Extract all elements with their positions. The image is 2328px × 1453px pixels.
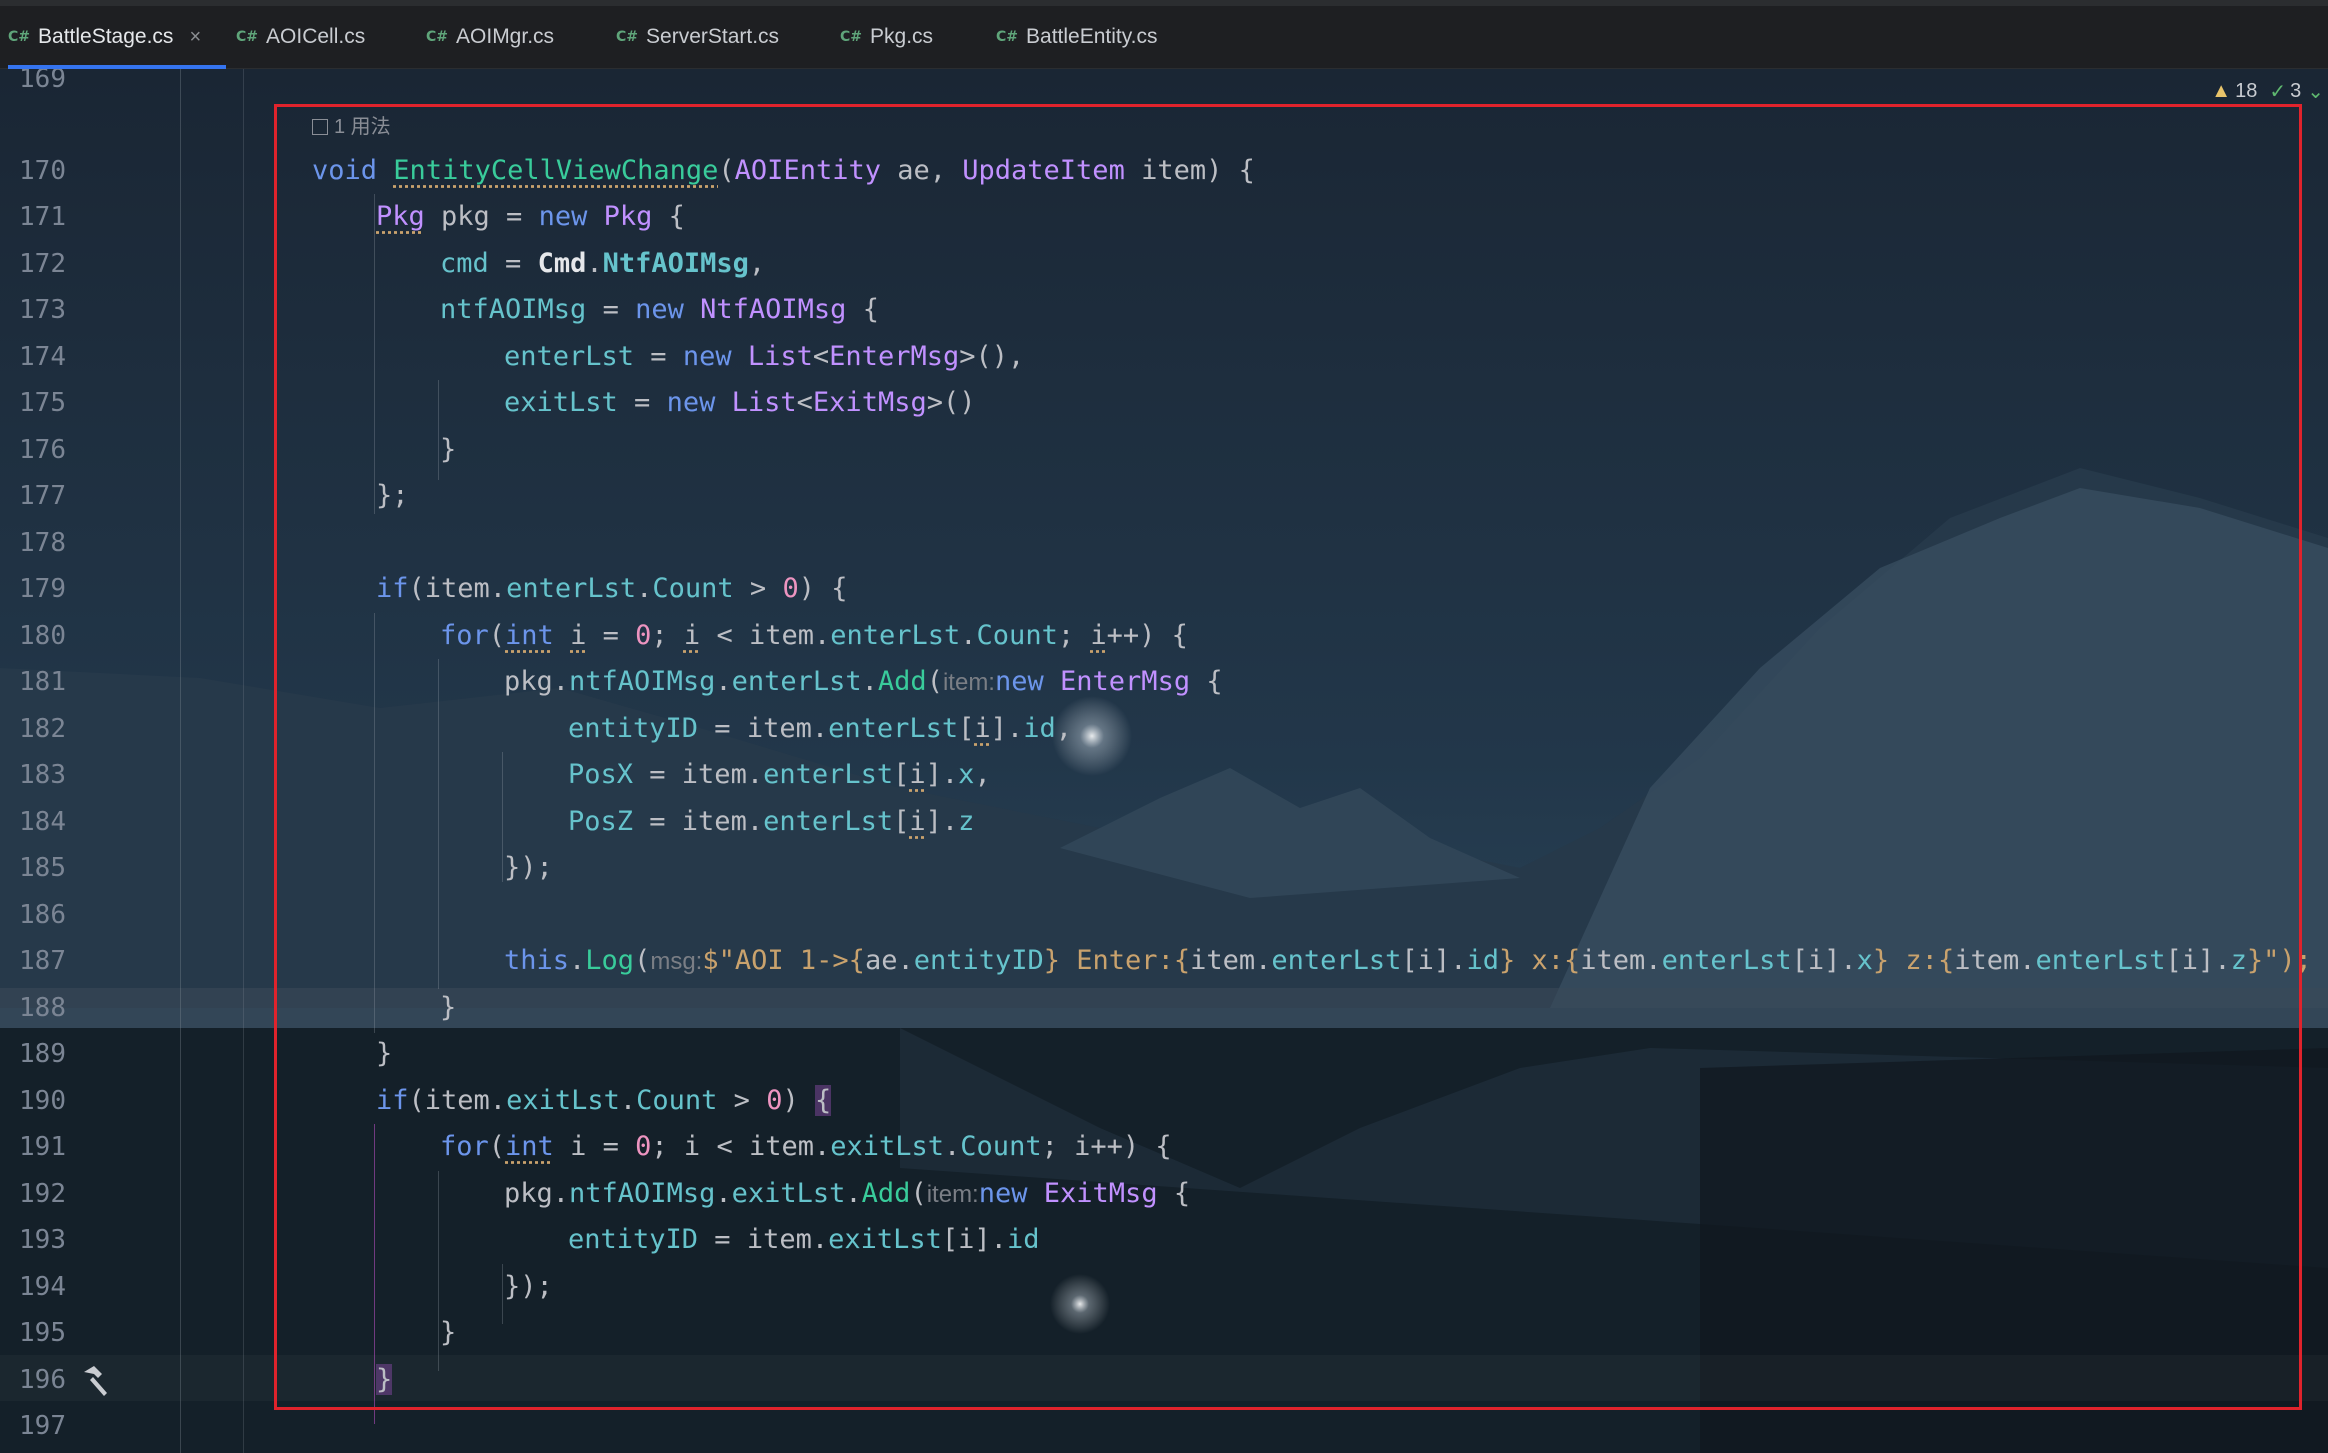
tab-label: BattleEntity.cs	[1026, 25, 1158, 48]
indent-guide	[438, 1171, 439, 1371]
code-line-190: if(item.exitLst.Count > 0) {	[376, 1085, 832, 1116]
tab-battleentity[interactable]: C# BattleEntity.cs	[996, 6, 1158, 68]
indent-guide	[438, 659, 439, 989]
tab-battlestage[interactable]: C# BattleStage.cs ×	[8, 6, 226, 69]
active-tab-indicator	[8, 65, 226, 69]
check-icon: ✓	[2269, 80, 2287, 103]
indent-guide	[502, 752, 503, 882]
tab-label: BattleStage.cs	[38, 25, 174, 48]
indent-guide	[438, 380, 439, 480]
code-line-184: PosZ = item.enterLst[i].z	[568, 806, 975, 837]
code-line-170: void EntityCellViewChange(AOIEntity ae, …	[312, 155, 1255, 186]
chevron-icon: ⌄	[2307, 80, 2324, 103]
tab-label: Pkg.cs	[870, 25, 934, 48]
code-line-176: }	[440, 434, 457, 465]
usage-hint-label: 1 用法	[334, 116, 391, 138]
code-line-194: });	[504, 1271, 553, 1302]
csharp-file-icon: C#	[996, 29, 1019, 45]
code-line-195: }	[440, 1317, 457, 1348]
code-line-182: entityID = item.enterLst[i].id,	[568, 713, 1072, 744]
tab-serverstart[interactable]: C# ServerStart.cs	[616, 6, 779, 68]
code-line-192: pkg.ntfAOIMsg.exitLst.Add(item:new ExitM…	[504, 1178, 1191, 1209]
warning-icon: ▲	[2211, 79, 2232, 102]
indent-guide	[374, 613, 375, 1033]
code-line-196: }	[376, 1364, 393, 1395]
tab-aoicell[interactable]: C# AOICell.cs	[236, 6, 365, 68]
usage-hint[interactable]: 1 用法	[312, 112, 391, 142]
tab-label: ServerStart.cs	[646, 25, 780, 48]
code-line-187: this.Log(msg:$"AOI 1->{ae.entityID} Ente…	[504, 945, 2312, 976]
code-editor[interactable]: 1 用法 void EntityCellViewChange(AOIEntity…	[0, 68, 2328, 1453]
code-line-171: Pkg pkg = new Pkg {	[376, 201, 685, 232]
warning-count: 18	[2235, 79, 2258, 102]
csharp-file-icon: C#	[426, 29, 449, 45]
tab-pkg[interactable]: C# Pkg.cs	[840, 6, 933, 68]
code-line-181: pkg.ntfAOIMsg.enterLst.Add(item:new Ente…	[504, 666, 1223, 697]
indent-guide	[374, 194, 375, 514]
tab-label: AOIMgr.cs	[456, 25, 555, 48]
code-line-172: cmd = Cmd.NtfAOIMsg,	[440, 248, 766, 279]
code-line-175: exitLst = new List<ExitMsg>()	[504, 387, 976, 418]
code-line-193: entityID = item.exitLst[i].id	[568, 1224, 1040, 1255]
indent-guide	[374, 1124, 375, 1424]
code-line-173: ntfAOIMsg = new NtfAOIMsg {	[440, 294, 879, 325]
code-line-177: };	[376, 480, 409, 511]
indent-guide	[502, 1264, 503, 1324]
code-line-183: PosX = item.enterLst[i].x,	[568, 759, 991, 790]
code-line-191: for(int i = 0; i < item.exitLst.Count; i…	[440, 1131, 1172, 1162]
csharp-file-icon: C#	[236, 29, 259, 45]
tab-aoimgr[interactable]: C# AOIMgr.cs	[426, 6, 554, 68]
code-line-185: });	[504, 852, 553, 883]
code-line-179: if(item.enterLst.Count > 0) {	[376, 573, 848, 604]
code-line-189: }	[376, 1038, 393, 1069]
code-line-174: enterLst = new List<EnterMsg>(),	[504, 341, 1025, 372]
code-line-188: }	[440, 992, 457, 1023]
tab-label: AOICell.cs	[266, 25, 366, 48]
editor-tab-bar: C# BattleStage.cs × C# AOICell.cs C# AOI…	[0, 6, 2328, 69]
inspection-status[interactable]: ▲ 18 ✓ 3 ⌄	[2211, 78, 2328, 104]
external-link-icon	[312, 119, 328, 135]
csharp-file-icon: C#	[840, 29, 863, 45]
close-icon[interactable]: ×	[189, 26, 201, 49]
csharp-file-icon: C#	[616, 29, 639, 45]
csharp-file-icon: C#	[8, 29, 31, 45]
code-line-180: for(int i = 0; i < item.enterLst.Count; …	[440, 620, 1188, 651]
ok-count: 3	[2290, 79, 2302, 102]
